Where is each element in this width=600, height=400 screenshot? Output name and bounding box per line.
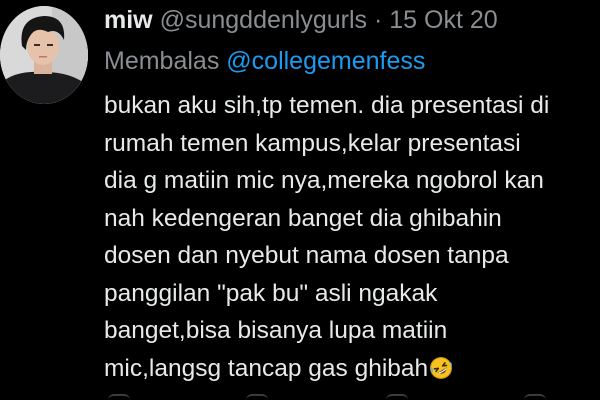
tweet-text-line: mic,langsg tancap gas ghibah: [104, 354, 429, 382]
tweet-body: bukan aku sih,tp temen. dia presentasi d…: [104, 87, 600, 391]
tweet-text-line-last: mic,langsg tancap gas ghibah: [104, 350, 600, 392]
rolling-on-floor-laughing-emoji-icon: [429, 354, 453, 392]
tweet-text-line: banget,bisa bisanya lupa matiin: [104, 317, 448, 344]
tweet-date[interactable]: 15 Okt 20: [389, 6, 497, 34]
like-icon[interactable]: [386, 394, 408, 400]
tweet-card[interactable]: miw @sungddenlygurls · 15 Okt 20 Membala…: [0, 0, 600, 400]
reply-mention-link[interactable]: @collegemenfess: [226, 47, 425, 75]
reply-prefix: Membalas: [104, 47, 220, 75]
share-icon[interactable]: [524, 394, 546, 400]
retweet-icon[interactable]: [246, 394, 268, 400]
tweet-text-line: nah kedengeran banget dia ghibahin: [104, 204, 502, 232]
tweet-header: miw @sungddenlygurls · 15 Okt 20: [104, 4, 498, 36]
tweet-text-line: rumah temen kampus,kelar presentasi: [104, 129, 521, 157]
reply-icon[interactable]: [108, 394, 130, 400]
tweet-action-bar: [104, 392, 600, 400]
tweet-text-line: panggilan "pak bu" asli ngakak: [104, 279, 438, 307]
tweet-text-line: dia g matiin mic nya,mereka ngobrol kan: [104, 167, 544, 194]
reply-context: Membalas @collegemenfess: [104, 45, 425, 77]
avatar[interactable]: [0, 6, 88, 104]
tweet-text-line: bukan aku sih,tp temen. dia presentasi d…: [104, 92, 550, 119]
display-name[interactable]: miw: [104, 6, 153, 34]
tweet-text-line: dosen dan nyebut nama dosen tanpa: [104, 242, 509, 269]
user-handle[interactable]: @sungddenlygurls: [160, 6, 367, 34]
dot-separator: ·: [373, 6, 383, 34]
